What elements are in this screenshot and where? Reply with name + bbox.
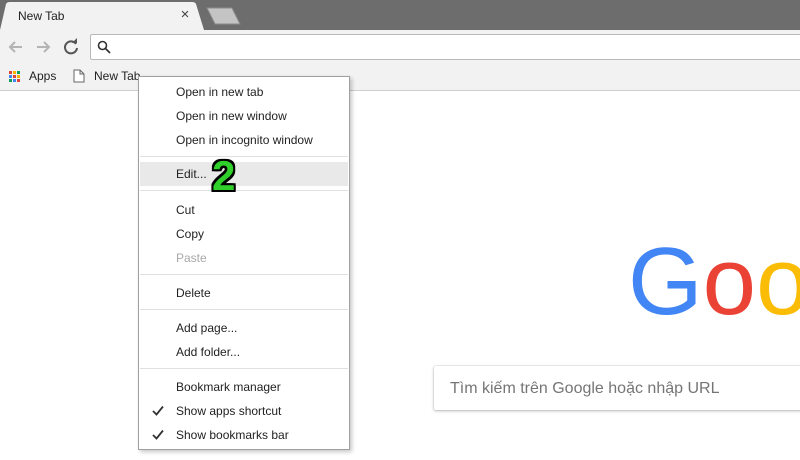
menu-item-add-page[interactable]: Add page... <box>140 316 348 340</box>
reload-icon <box>64 38 78 55</box>
menu-item-label: Edit... <box>176 167 207 181</box>
menu-item-copy[interactable]: Copy <box>140 222 348 246</box>
back-arrow-icon <box>8 41 22 53</box>
menu-item-edit[interactable]: Edit... <box>140 162 348 186</box>
back-button[interactable] <box>6 37 26 57</box>
menu-item-open-new-window[interactable]: Open in new window <box>140 104 348 128</box>
tab-strip: New Tab × <box>0 0 800 30</box>
menu-item-label: Cut <box>176 203 195 217</box>
omnibox-input[interactable] <box>119 38 783 58</box>
bookmark-new-tab[interactable]: New Tab <box>73 64 140 88</box>
apps-shortcut[interactable]: Apps <box>9 64 56 88</box>
menu-separator <box>140 368 348 369</box>
step-annotation: 2 <box>212 152 236 199</box>
menu-item-paste: Paste <box>140 246 348 270</box>
apps-grid-dot <box>9 78 12 82</box>
google-logo-letter: o <box>703 238 756 320</box>
checkmark-icon <box>152 429 164 440</box>
menu-separator <box>140 156 348 157</box>
apps-grid-dot <box>13 74 16 78</box>
menu-item-label: Open in incognito window <box>176 133 313 147</box>
bookmark-label: New Tab <box>94 69 141 83</box>
bookmark-context-menu: Open in new tab Open in new window Open … <box>138 76 350 450</box>
google-logo-letter: o <box>756 238 800 320</box>
menu-separator <box>140 190 348 191</box>
apps-grid-icon <box>9 70 20 82</box>
menu-item-label: Copy <box>176 227 205 241</box>
google-logo: Goo <box>628 238 800 320</box>
apps-grid-dot <box>17 70 20 74</box>
search-input[interactable] <box>448 378 800 400</box>
menu-item-label: Add folder... <box>176 345 241 359</box>
menu-separator <box>140 274 348 275</box>
menu-item-add-folder[interactable]: Add folder... <box>140 340 348 364</box>
menu-item-label: Show apps shortcut <box>176 404 282 418</box>
apps-grid-dot <box>13 70 16 74</box>
menu-item-open-new-tab[interactable]: Open in new tab <box>140 80 348 104</box>
menu-item-show-apps-shortcut[interactable]: Show apps shortcut <box>140 399 348 423</box>
menu-item-label: Add page... <box>176 321 238 335</box>
google-logo-text: Goo <box>628 238 800 320</box>
toolbar <box>0 30 800 64</box>
close-icon[interactable]: × <box>178 7 192 22</box>
search-icon <box>97 40 111 54</box>
menu-item-cut[interactable]: Cut <box>140 198 348 222</box>
new-tab-button[interactable] <box>204 7 244 25</box>
forward-button[interactable] <box>33 37 53 57</box>
menu-item-bookmark-manager[interactable]: Bookmark manager <box>140 375 348 399</box>
menu-item-label: Bookmark manager <box>176 380 281 394</box>
menu-item-show-bookmarks-bar[interactable]: Show bookmarks bar <box>140 423 348 447</box>
menu-item-label: Open in new tab <box>176 85 264 99</box>
menu-separator <box>140 309 348 310</box>
menu-item-delete[interactable]: Delete <box>140 281 348 305</box>
reload-button[interactable] <box>61 37 81 57</box>
tab-new-tab[interactable]: New Tab × <box>0 2 204 30</box>
menu-item-label: Open in new window <box>176 109 287 123</box>
search-box[interactable] <box>434 366 800 410</box>
menu-item-label: Delete <box>176 286 211 300</box>
apps-grid-dot <box>9 74 12 78</box>
forward-arrow-icon <box>37 41 51 53</box>
page-icon <box>73 69 85 83</box>
apps-grid-dot <box>13 78 16 82</box>
tab-title: New Tab <box>18 9 65 23</box>
checkmark-icon <box>152 405 164 416</box>
apps-grid-dot <box>17 74 20 78</box>
apps-label: Apps <box>29 69 57 83</box>
apps-grid-dot <box>9 70 12 74</box>
google-logo-letter: G <box>628 238 703 320</box>
menu-item-open-incognito[interactable]: Open in incognito window <box>140 128 348 152</box>
menu-item-label: Show bookmarks bar <box>176 428 289 442</box>
omnibox[interactable] <box>90 34 800 60</box>
bookmarks-bar: Apps New Tab <box>0 64 800 91</box>
menu-item-label: Paste <box>176 251 207 265</box>
apps-grid-dot <box>17 78 20 82</box>
